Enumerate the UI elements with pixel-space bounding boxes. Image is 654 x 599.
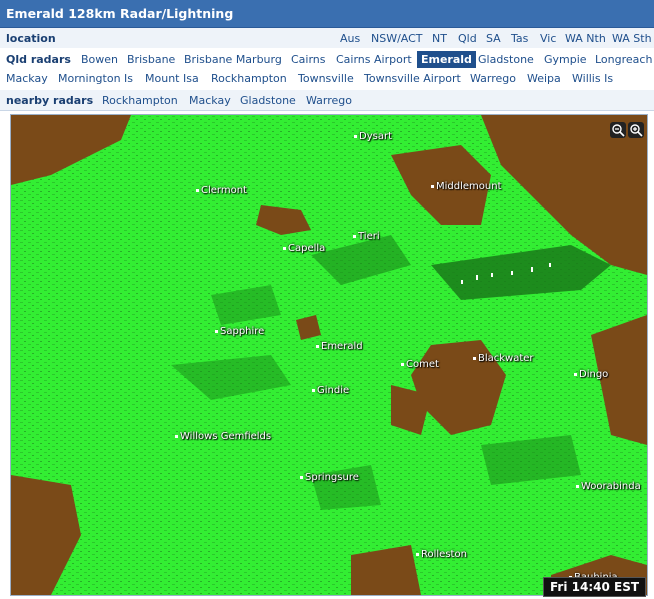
town-comet: Comet (401, 359, 439, 370)
town-sapphire: Sapphire (215, 326, 264, 337)
town-rolleston: Rolleston (416, 549, 467, 560)
location-link-tas[interactable]: Tas (511, 32, 528, 45)
zoom-in-button[interactable] (628, 122, 644, 138)
location-link-nsw-act[interactable]: NSW/ACT (371, 32, 423, 45)
location-link-sa[interactable]: SA (486, 32, 501, 45)
radar-link-emerald-selected[interactable]: Emerald (417, 51, 476, 68)
nearby-radars-nav: nearby radars Rockhampton Mackay Gladsto… (0, 90, 654, 111)
town-capella: Capella (283, 243, 325, 254)
radar-link-townsville[interactable]: Townsville (298, 72, 354, 85)
radar-link-townsville-airport[interactable]: Townsville Airport (364, 72, 461, 85)
location-link-wa-sth[interactable]: WA Sth (612, 32, 652, 45)
location-link-qld[interactable]: Qld (458, 32, 477, 45)
radar-link-mornington-is[interactable]: Mornington Is (58, 72, 133, 85)
location-link-aus[interactable]: Aus (340, 32, 360, 45)
window-title: Emerald 128km Radar/Lightning (6, 6, 234, 21)
radar-link-brisbane-marburg[interactable]: Brisbane Marburg (184, 53, 282, 66)
town-dysart: Dysart (354, 131, 392, 142)
radar-link-brisbane[interactable]: Brisbane (127, 53, 175, 66)
nearby-link-mackay[interactable]: Mackay (189, 94, 231, 107)
town-gindie: Gindie (312, 385, 349, 396)
town-blackwater: Blackwater (473, 353, 534, 364)
nearby-link-gladstone[interactable]: Gladstone (240, 94, 296, 107)
radar-link-cairns-airport[interactable]: Cairns Airport (336, 53, 412, 66)
radar-link-mount-isa[interactable]: Mount Isa (145, 72, 199, 85)
radar-link-cairns[interactable]: Cairns (291, 53, 326, 66)
radar-map-image (11, 115, 647, 595)
nearby-link-rockhampton[interactable]: Rockhampton (102, 94, 178, 107)
radar-map[interactable]: Dysart Clermont Middlemount Capella Tier… (10, 114, 648, 596)
radar-link-gympie[interactable]: Gympie (544, 53, 587, 66)
radar-link-longreach[interactable]: Longreach (595, 53, 652, 66)
town-middlemount: Middlemount (431, 181, 502, 192)
zoom-in-icon (630, 124, 643, 137)
radar-link-bowen[interactable]: Bowen (81, 53, 118, 66)
radar-link-rockhampton[interactable]: Rockhampton (211, 72, 287, 85)
town-dingo: Dingo (574, 369, 608, 380)
radar-link-willis-is[interactable]: Willis Is (572, 72, 613, 85)
radar-link-gladstone[interactable]: Gladstone (478, 53, 534, 66)
location-link-wa-nth[interactable]: WA Nth (565, 32, 606, 45)
location-nav: location Aus NSW/ACT NT Qld SA Tas Vic W… (0, 28, 654, 49)
town-tieri: Tieri (353, 231, 380, 242)
town-clermont: Clermont (196, 185, 247, 196)
location-label: location (6, 32, 56, 45)
window-title-bar: Emerald 128km Radar/Lightning (0, 0, 654, 28)
nearby-link-warrego[interactable]: Warrego (306, 94, 352, 107)
nearby-radars-label: nearby radars (6, 94, 94, 107)
location-link-vic[interactable]: Vic (540, 32, 556, 45)
qld-radars-nav: Qld radars Bowen Brisbane Brisbane Marbu… (0, 48, 654, 91)
radar-link-warrego[interactable]: Warrego (470, 72, 516, 85)
qld-radars-label: Qld radars (6, 53, 71, 66)
town-emerald: Emerald (316, 341, 363, 352)
radar-link-weipa[interactable]: Weipa (527, 72, 561, 85)
town-springsure: Springsure (300, 472, 359, 483)
town-woorabinda: Woorabinda (576, 481, 641, 492)
radar-timestamp: Fri 14:40 EST (543, 577, 647, 597)
zoom-out-icon (612, 124, 625, 137)
radar-link-mackay[interactable]: Mackay (6, 72, 48, 85)
town-willows-gemfields: Willows Gemfields (175, 431, 271, 442)
zoom-out-button[interactable] (610, 122, 626, 138)
location-link-nt[interactable]: NT (432, 32, 447, 45)
